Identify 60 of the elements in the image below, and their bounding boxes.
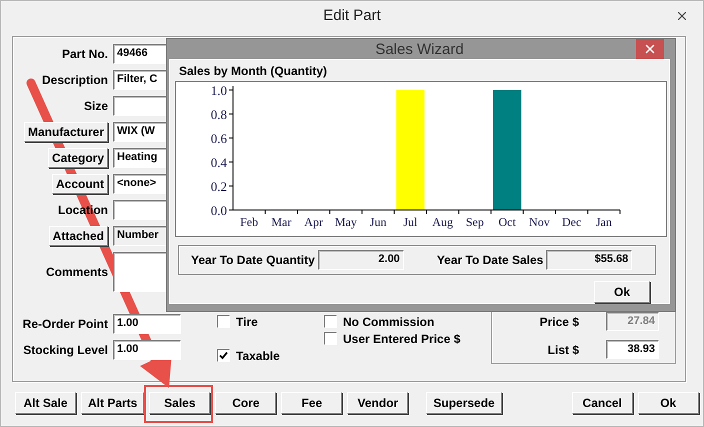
axis-tick-label: Mar <box>271 215 292 229</box>
checkbox[interactable] <box>324 315 337 328</box>
footer-button[interactable]: Vendor <box>347 392 408 414</box>
input-field[interactable]: 1.00 <box>113 340 181 360</box>
close-button[interactable] <box>636 39 664 59</box>
checkbox[interactable] <box>324 332 337 345</box>
footer-button[interactable]: Alt Parts <box>81 392 144 414</box>
axis-tick-label: Oct <box>498 215 516 229</box>
footer-button[interactable]: Sales <box>149 392 210 414</box>
price-field[interactable]: 38.93 <box>606 340 659 359</box>
footer-button[interactable]: Alt Sale <box>15 392 76 414</box>
dialog-title: Sales Wizard <box>375 40 464 58</box>
checkbox-label: Tire <box>236 314 258 328</box>
axis-tick-label: Dec <box>562 215 582 229</box>
checkbox-label: Taxable <box>236 348 280 362</box>
axis-tick-label: May <box>334 215 357 229</box>
field-label: Re-Order Point <box>22 317 108 331</box>
axis-tick-label: 1.0 <box>210 83 227 98</box>
footer-button[interactable]: Ok <box>638 392 699 414</box>
axis-tick-label: 0.2 <box>210 179 227 194</box>
checkbox-label: User Entered Price $ <box>343 332 460 346</box>
footer-button[interactable]: Fee <box>281 392 342 414</box>
ok-button[interactable]: Ok <box>594 281 650 303</box>
footer-button[interactable]: Cancel <box>572 392 633 414</box>
price-label: Price $ <box>540 314 579 328</box>
field-button[interactable]: Account <box>52 174 108 194</box>
window-title: Edit Part <box>323 7 381 24</box>
axis-tick-label: Jun <box>370 215 386 229</box>
footer-button[interactable]: Supersede <box>426 392 502 414</box>
field-label: Part No. <box>62 47 108 61</box>
summary-label: Year To Date Sales <box>436 253 544 267</box>
price-label: List $ <box>548 342 579 356</box>
checkbox[interactable] <box>217 315 230 328</box>
field-label: Comments <box>46 265 108 279</box>
axis-tick-label: Feb <box>240 215 258 229</box>
axis-tick-label: Sep <box>466 215 484 229</box>
axis-tick-label: 0.4 <box>210 155 227 170</box>
field-label: Stocking Level <box>23 343 108 357</box>
summary-label: Year To Date Quantity <box>191 253 315 267</box>
axis-tick-label: Aug <box>432 215 453 229</box>
field-label: Description <box>42 73 108 87</box>
field-button[interactable]: Manufacturer <box>24 122 108 142</box>
checkbox-label: No Commission <box>343 314 434 328</box>
summary-field: 2.00 <box>318 250 404 270</box>
axis-tick-label: 0.6 <box>210 131 227 146</box>
field-button[interactable]: Category <box>48 148 108 168</box>
axis-tick-label: Nov <box>529 215 550 229</box>
axis-tick-label: 0.8 <box>210 107 227 122</box>
footer-button[interactable]: Core <box>215 392 276 414</box>
axis-tick-label: 0.0 <box>210 203 227 218</box>
input-field[interactable]: 1.00 <box>113 314 181 334</box>
axis-tick-label: Jan <box>596 215 612 229</box>
axis-tick-label: Apr <box>304 215 323 229</box>
highlight-frame <box>144 385 213 423</box>
axis-tick-label: Jul <box>403 215 418 229</box>
summary-field: $55.68 <box>546 250 632 270</box>
checkbox[interactable] <box>217 349 230 362</box>
close-icon <box>643 42 657 56</box>
chart-title: Sales by Month (Quantity) <box>179 64 328 78</box>
field-label: Size <box>84 99 108 113</box>
